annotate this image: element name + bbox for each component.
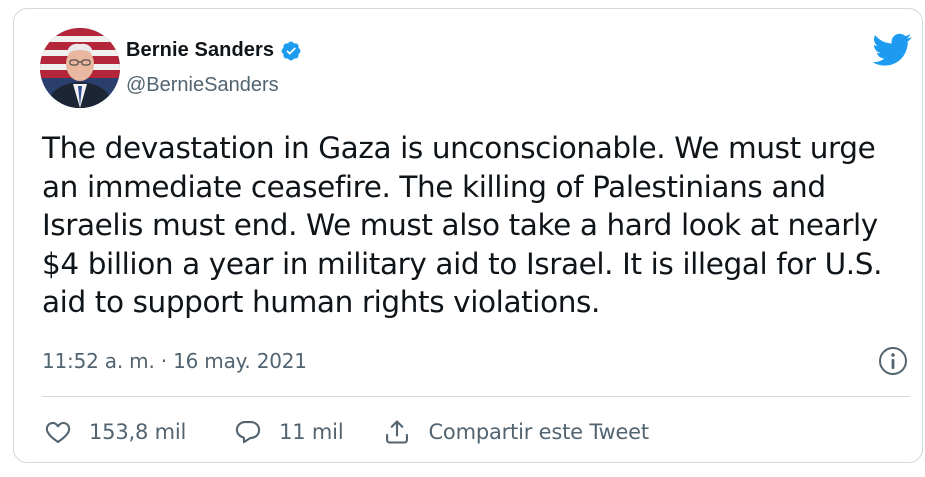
author-display-name[interactable]: Bernie Sanders: [126, 39, 274, 62]
reply-bubble-icon: [234, 418, 262, 446]
share-label: Compartir este Tweet: [428, 420, 649, 444]
heart-icon: [44, 418, 72, 446]
info-icon[interactable]: [878, 346, 908, 376]
author-handle[interactable]: @BernieSanders: [126, 74, 279, 97]
divider: [42, 396, 910, 397]
tweet-text: The devastation in Gaza is unconscionabl…: [42, 131, 883, 319]
twitter-bird-icon[interactable]: [872, 33, 912, 67]
share-button[interactable]: Compartir este Tweet: [383, 418, 649, 446]
tweet-actions: 153,8 mil 11 mil Compartir este Tweet: [44, 414, 649, 450]
tweet-card: Bernie Sanders @BernieSanders The devast…: [13, 8, 923, 463]
reply-count: 11 mil: [279, 420, 344, 444]
verified-badge-icon: [280, 40, 302, 62]
tweet-timestamp[interactable]: 11:52 a. m. · 16 may. 2021: [42, 349, 307, 373]
avatar-image: [40, 28, 120, 108]
reply-button[interactable]: 11 mil: [234, 418, 344, 446]
share-icon: [383, 418, 411, 446]
like-button[interactable]: 153,8 mil: [44, 418, 186, 446]
avatar[interactable]: [40, 28, 120, 108]
like-count: 153,8 mil: [89, 420, 187, 444]
author-name-row[interactable]: Bernie Sanders: [126, 39, 302, 62]
